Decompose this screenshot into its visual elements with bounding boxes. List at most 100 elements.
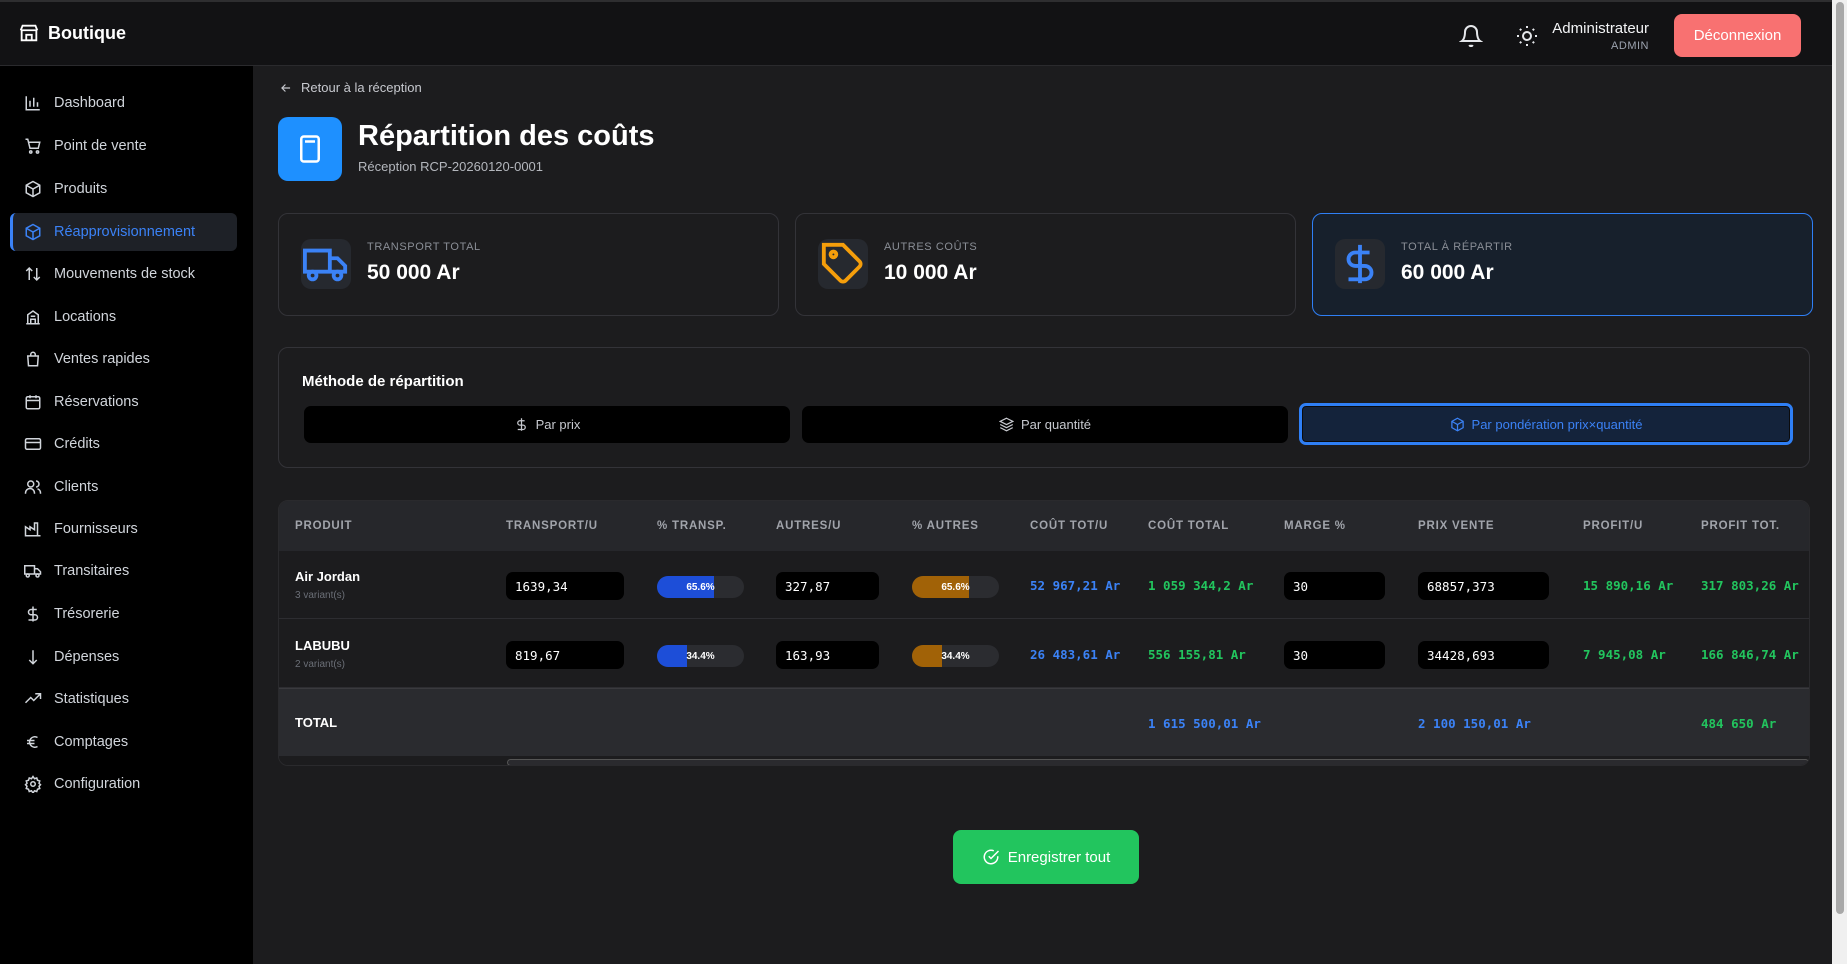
sidebar-item-clients[interactable]: Clients — [10, 468, 237, 506]
page-subtitle: Réception RCP-20260120-0001 — [358, 159, 544, 174]
cout-total: 1 059 344,2 Ar — [1148, 578, 1254, 593]
top-bar: Boutique Administrateur ADMIN Déconnexio… — [0, 0, 1832, 66]
method-title: Méthode de répartition — [302, 373, 464, 390]
table-horizontal-scrollbar[interactable] — [279, 756, 1809, 765]
sidebar-item-fournisseurs[interactable]: Fournisseurs — [10, 510, 237, 548]
sidebar-item-locations[interactable]: Locations — [10, 298, 237, 336]
scrollbar-thumb[interactable] — [1836, 2, 1844, 914]
back-link[interactable]: Retour à la réception — [279, 80, 422, 95]
user-name: Administrateur — [1552, 20, 1649, 37]
th-profit-u: PROFIT/U — [1583, 520, 1644, 532]
sidebar-item-label: Point de vente — [54, 138, 147, 154]
calculator-icon — [278, 117, 342, 181]
cart-icon — [25, 138, 41, 154]
autres-u-input[interactable]: 163,93 — [776, 641, 879, 669]
sidebar-item-credits[interactable]: Crédits — [10, 425, 237, 463]
sidebar-item-ventes-rapides[interactable]: Ventes rapides — [10, 340, 237, 378]
th-transp-pct: % TRANSP. — [657, 520, 727, 532]
autres-pct-label: 34.4% — [941, 650, 970, 662]
sidebar-item-label: Comptages — [54, 734, 129, 750]
prix-vente-input[interactable]: 68857,373 — [1418, 572, 1549, 600]
th-cout-total: COÛT TOTAL — [1148, 520, 1230, 532]
sidebar-item-mouvements[interactable]: Mouvements de stock — [10, 255, 237, 293]
sidebar-item-reapprovisionnement[interactable]: Réapprovisionnement — [10, 213, 237, 251]
dollar-icon — [516, 418, 526, 431]
marge-input[interactable]: 30 — [1284, 641, 1385, 669]
total-cout-total: 1 615 500,01 Ar — [1148, 716, 1261, 731]
brand-name: Boutique — [48, 22, 126, 43]
sidebar-item-label: Locations — [54, 309, 117, 325]
sidebar-item-label: Trésorerie — [54, 606, 120, 622]
profit-tot: 166 846,74 Ar — [1701, 647, 1799, 662]
store-icon — [19, 24, 39, 42]
sidebar-item-transitaires[interactable]: Transitaires — [10, 552, 237, 590]
bell-icon[interactable] — [1458, 24, 1484, 48]
card-value: 60 000 Ar — [1401, 261, 1494, 284]
building-icon — [26, 310, 40, 325]
user-info: Administrateur ADMIN — [1552, 20, 1649, 52]
transp-pct-bar: 65.6% — [657, 576, 744, 598]
sidebar-item-depenses[interactable]: Dépenses — [10, 638, 237, 676]
sidebar-item-configuration[interactable]: Configuration — [10, 765, 237, 803]
box-icon — [25, 223, 41, 241]
sidebar-item-statistiques[interactable]: Statistiques — [10, 680, 237, 718]
sidebar-item-reservations[interactable]: Réservations — [10, 383, 237, 421]
autres-pct-label: 65.6% — [941, 581, 970, 593]
page-title: Répartition des coûts — [358, 120, 655, 152]
sidebar-item-point-de-vente[interactable]: Point de vente — [10, 127, 237, 165]
calendar-icon — [25, 395, 41, 410]
total-row: TOTAL 1 615 500,01 Ar 2 100 150,01 Ar 48… — [279, 688, 1809, 756]
arrow-left-icon — [281, 83, 291, 92]
box-icon — [1450, 417, 1464, 431]
th-profit-tot: PROFIT TOT. — [1701, 520, 1780, 532]
table-row: LABUBU 2 variant(s) 819,67 34.4% 163,93 … — [279, 620, 1809, 688]
method-par-quantite-button[interactable]: Par quantité — [802, 406, 1288, 443]
product-name: LABUBU — [295, 638, 350, 653]
transp-pct-label: 65.6% — [686, 581, 715, 593]
theme-sun-icon[interactable] — [1515, 24, 1539, 48]
user-role: ADMIN — [1611, 40, 1649, 52]
sidebar-item-label: Statistiques — [54, 691, 129, 707]
method-option-label: Par prix — [535, 417, 581, 432]
transp-pct-bar: 34.4% — [657, 645, 744, 667]
back-label: Retour à la réception — [301, 80, 422, 95]
sidebar-item-dashboard[interactable]: Dashboard — [10, 84, 237, 122]
autres-pct-bar: 65.6% — [912, 576, 999, 598]
prix-vente-input[interactable]: 34428,693 — [1418, 641, 1549, 669]
sidebar-item-label: Ventes rapides — [54, 351, 150, 367]
dollar-icon — [27, 606, 39, 622]
logout-button[interactable]: Déconnexion — [1674, 14, 1801, 57]
method-par-prix-button[interactable]: Par prix — [304, 406, 790, 443]
brand[interactable]: Boutique — [18, 22, 126, 44]
cout-tot-u: 52 967,21 Ar — [1030, 578, 1121, 593]
transport-u-input[interactable]: 819,67 — [506, 641, 624, 669]
method-par-ponderation-button[interactable]: Par pondération prix×quantité — [1299, 403, 1793, 445]
cout-tot-u: 26 483,61 Ar — [1030, 647, 1121, 662]
th-marge: MARGE % — [1284, 520, 1346, 532]
marge-input[interactable]: 30 — [1284, 572, 1385, 600]
sidebar-item-label: Dépenses — [54, 649, 120, 665]
check-circle-icon — [983, 849, 999, 865]
sidebar-item-label: Réservations — [54, 394, 139, 410]
total-profit-tot: 484 650 Ar — [1701, 716, 1777, 731]
autres-u-input[interactable]: 327,87 — [776, 572, 879, 600]
sidebar: Dashboard Point de vente Produits Réappr… — [0, 66, 253, 964]
sidebar-item-comptages[interactable]: Comptages — [10, 723, 237, 761]
total-prix-vente: 2 100 150,01 Ar — [1418, 716, 1531, 731]
users-icon — [24, 480, 42, 494]
sidebar-item-produits[interactable]: Produits — [10, 170, 237, 208]
th-prix-vente: PRIX VENTE — [1418, 520, 1495, 532]
sidebar-item-tresorerie[interactable]: Trésorerie — [10, 595, 237, 633]
profit-tot: 317 803,26 Ar — [1701, 578, 1799, 593]
card-label: AUTRES COÛTS — [884, 241, 978, 253]
save-all-button[interactable]: Enregistrer tout — [953, 830, 1139, 884]
method-option-label: Par quantité — [1020, 417, 1092, 432]
page-vertical-scrollbar[interactable] — [1832, 0, 1847, 964]
factory-icon — [24, 522, 41, 537]
sidebar-item-label: Produits — [54, 181, 108, 197]
transport-u-input[interactable]: 1639,34 — [506, 572, 624, 600]
scrollbar-thumb[interactable] — [507, 759, 1809, 765]
th-produit: PRODUIT — [295, 520, 353, 532]
card-value: 50 000 Ar — [367, 261, 460, 284]
sidebar-item-label: Transitaires — [54, 563, 130, 579]
